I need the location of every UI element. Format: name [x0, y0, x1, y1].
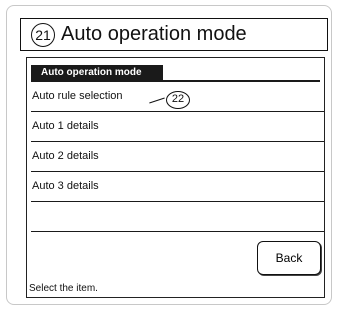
menu-item-auto-3-details[interactable]: Auto 3 details — [31, 172, 324, 202]
menu-item-label: Auto 3 details — [32, 180, 99, 192]
callout-number-badge: 22 — [166, 91, 190, 109]
back-button[interactable]: Back — [257, 241, 321, 275]
menu-item-auto-2-details[interactable]: Auto 2 details — [31, 142, 324, 172]
menu-item-label: Auto 1 details — [32, 120, 99, 132]
tab-auto-operation-mode: Auto operation mode — [31, 65, 163, 80]
device-screen: Auto operation mode Auto rule selection … — [26, 57, 325, 298]
menu-item-empty — [31, 202, 324, 232]
title-number-badge: 21 — [31, 22, 55, 47]
menu-item-label: Auto 2 details — [32, 150, 99, 162]
page-title-text: Auto operation mode — [61, 23, 247, 45]
callout-annotation: 22 — [149, 91, 190, 109]
menu-item-label: Auto rule selection — [32, 90, 123, 102]
callout-line — [149, 97, 165, 103]
menu-item-auto-1-details[interactable]: Auto 1 details — [31, 112, 324, 142]
status-text: Select the item. — [29, 283, 98, 294]
page-title: 21 Auto operation mode — [20, 18, 328, 51]
